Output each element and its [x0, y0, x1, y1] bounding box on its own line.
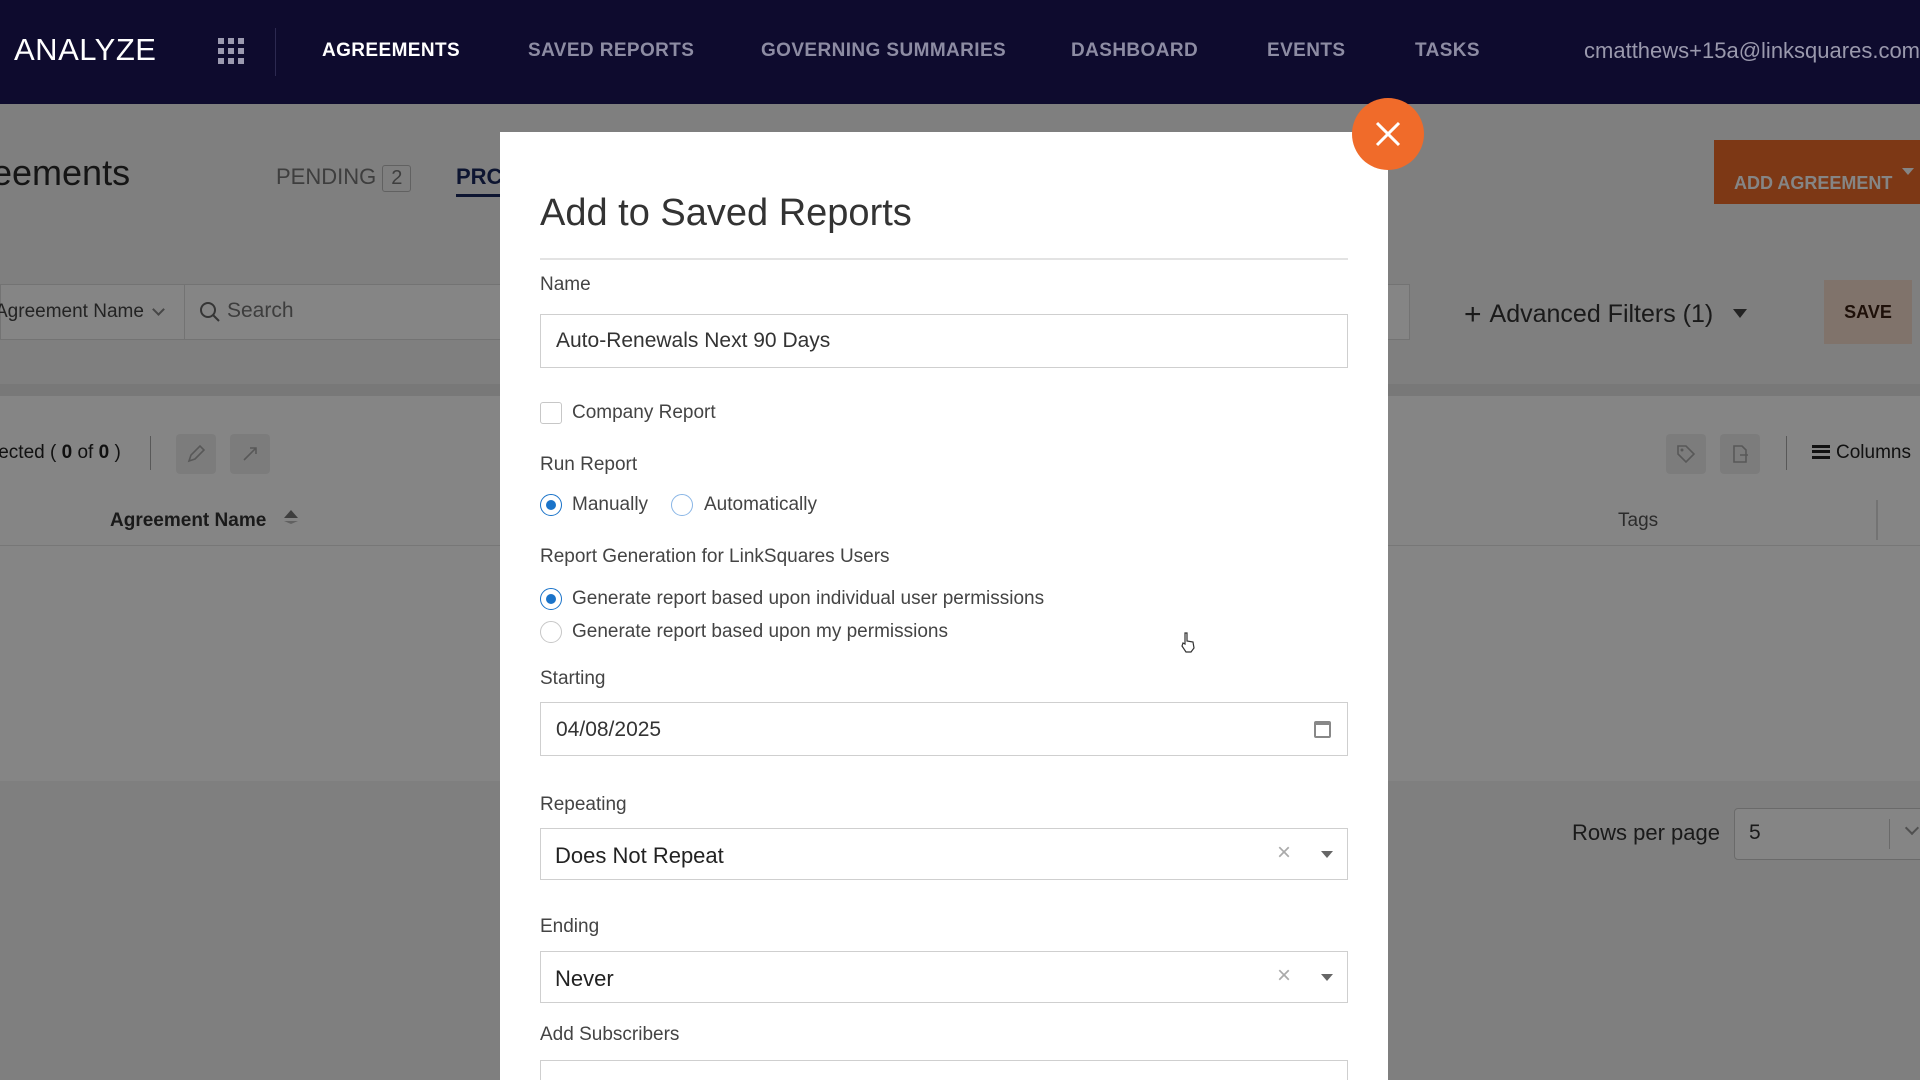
name-input[interactable]	[540, 314, 1348, 368]
company-report-checkbox[interactable]	[540, 402, 562, 424]
modal-title: Add to Saved Reports	[540, 192, 912, 234]
nav-item-events[interactable]: EVENTS	[1267, 40, 1345, 62]
gen-individual-label: Generate report based upon individual us…	[572, 588, 1045, 609]
name-label: Name	[540, 274, 591, 295]
gen-mine-label: Generate report based upon my permission…	[572, 621, 948, 642]
gen-individual-radio[interactable]	[540, 588, 562, 610]
ending-label: Ending	[540, 916, 600, 937]
nav-item-agreements[interactable]: AGREEMENTS	[322, 40, 460, 62]
add-subscribers-input[interactable]	[540, 1060, 1348, 1080]
close-icon	[1375, 121, 1401, 147]
close-modal-button[interactable]	[1352, 98, 1424, 170]
clear-icon[interactable]: ×	[1277, 841, 1291, 865]
run-manually-radio[interactable]	[540, 494, 562, 516]
repeating-label: Repeating	[540, 794, 627, 815]
repeating-value: Does Not Repeat	[555, 843, 724, 868]
run-automatically-label: Automatically	[704, 494, 817, 515]
nav-item-dashboard[interactable]: DASHBOARD	[1071, 40, 1198, 62]
top-navigation: ANALYZE AGREEMENTS SAVED REPORTS GOVERNI…	[0, 0, 1920, 104]
company-report-label: Company Report	[572, 402, 716, 423]
starting-date-value: 04/08/2025	[556, 718, 662, 741]
clear-icon[interactable]: ×	[1277, 964, 1291, 988]
run-manually-label: Manually	[572, 494, 649, 515]
run-report-label: Run Report	[540, 454, 638, 475]
calendar-icon[interactable]	[1314, 721, 1331, 738]
nav-item-saved-reports[interactable]: SAVED REPORTS	[528, 40, 694, 62]
starting-date-field[interactable]: 04/08/2025	[540, 702, 1348, 756]
apps-grid-icon[interactable]	[218, 38, 244, 64]
pointer-cursor-icon	[1181, 632, 1195, 653]
gen-mine-radio[interactable]	[540, 621, 562, 643]
nav-item-tasks[interactable]: TASKS	[1415, 40, 1480, 62]
add-subscribers-label: Add Subscribers	[540, 1024, 680, 1045]
brand-logo[interactable]: ANALYZE	[14, 32, 156, 68]
report-generation-label: Report Generation for LinkSquares Users	[540, 546, 890, 567]
title-divider	[540, 258, 1348, 260]
add-to-saved-reports-modal: Add to Saved Reports Name Company Report…	[500, 132, 1388, 1080]
ending-select[interactable]: Never ×	[540, 951, 1348, 1003]
user-email[interactable]: cmatthews+15a@linksquares.com	[1584, 38, 1920, 64]
nav-item-governing-summaries[interactable]: GOVERNING SUMMARIES	[761, 40, 1006, 62]
nav-divider	[275, 28, 276, 76]
repeating-select[interactable]: Does Not Repeat ×	[540, 828, 1348, 880]
chevron-down-icon[interactable]	[1321, 851, 1333, 858]
run-automatically-radio[interactable]	[671, 494, 693, 516]
chevron-down-icon[interactable]	[1321, 974, 1333, 981]
ending-value: Never	[555, 966, 614, 991]
starting-label: Starting	[540, 668, 606, 689]
